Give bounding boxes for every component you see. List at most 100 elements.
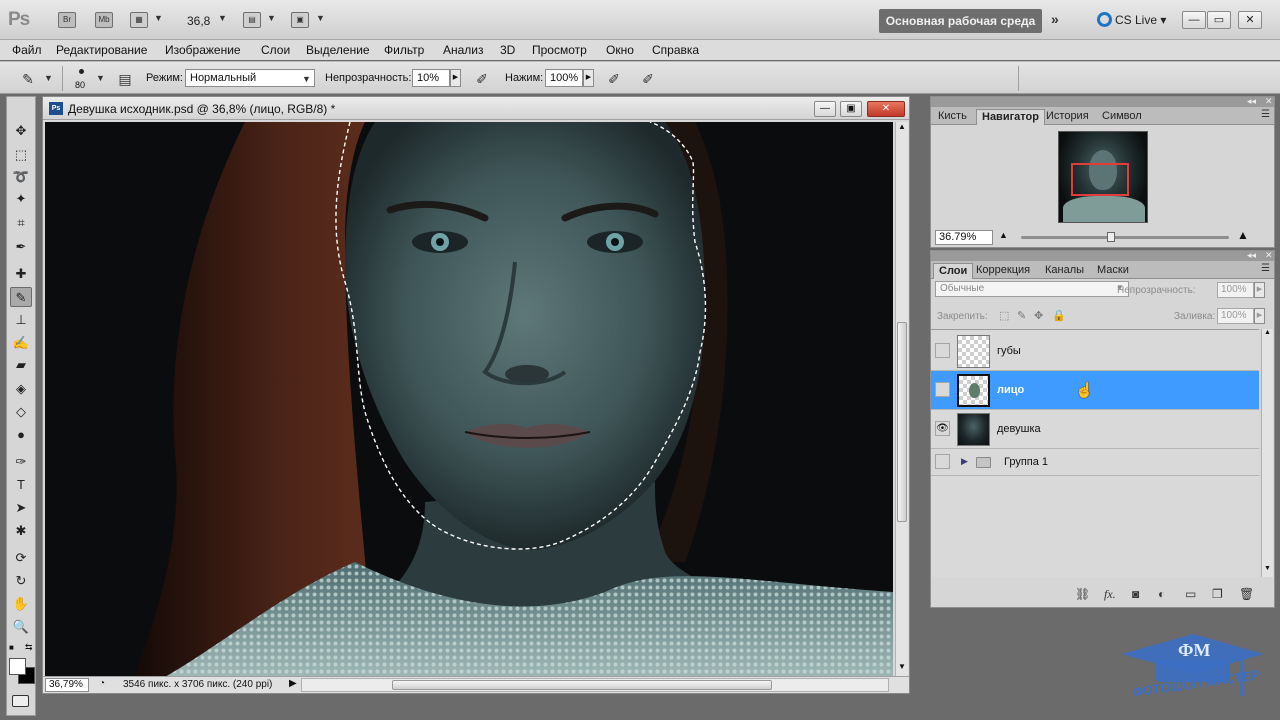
tablet-opacity-icon[interactable]: ✐ — [472, 69, 492, 89]
tab-adjustments[interactable]: Коррекция — [971, 263, 1035, 279]
zoom-out-icon[interactable]: ▲ — [999, 230, 1008, 240]
shape-tool-icon[interactable]: ✱ — [10, 521, 32, 541]
add-mask-icon[interactable]: ◙ — [1132, 587, 1139, 601]
default-colors-icon[interactable]: ■ — [9, 643, 14, 652]
document-minimize-button[interactable]: — — [814, 101, 836, 117]
lock-transparency-icon[interactable]: ⬚ — [999, 309, 1009, 322]
image-canvas[interactable] — [45, 122, 893, 677]
tab-navigator[interactable]: Навигатор — [976, 109, 1045, 125]
workspace-button[interactable]: Основная рабочая среда — [879, 9, 1042, 33]
collapse-panel-icon[interactable]: ◂◂ — [1247, 250, 1256, 261]
minimize-button[interactable]: — — [1182, 11, 1206, 29]
arrange-documents-icon[interactable]: ▤ — [243, 12, 261, 28]
link-layers-icon[interactable]: ⛓ — [1075, 587, 1090, 601]
tablet-size-icon[interactable]: ✐ — [638, 69, 658, 89]
chevron-down-icon[interactable]: ▼ — [267, 13, 276, 23]
visibility-toggle[interactable] — [935, 454, 950, 469]
fill-field[interactable]: 100% — [1217, 308, 1254, 324]
visibility-toggle[interactable] — [935, 382, 950, 397]
tab-character[interactable]: Символ — [1097, 109, 1147, 125]
menu-help[interactable]: Справка — [652, 43, 699, 57]
clone-stamp-tool-icon[interactable]: ⊥ — [10, 310, 32, 330]
collapse-panel-icon[interactable]: ◂◂ — [1247, 96, 1256, 107]
menu-layers[interactable]: Слои — [261, 43, 290, 57]
horizontal-scroll-thumb[interactable] — [392, 680, 772, 690]
3d-rotate-tool-icon[interactable]: ⟳ — [10, 548, 32, 568]
scroll-down-arrow-icon[interactable]: ▼ — [898, 662, 906, 671]
visibility-toggle[interactable] — [935, 343, 950, 358]
lock-all-icon[interactable]: 🔒 — [1052, 309, 1066, 322]
type-tool-icon[interactable]: T — [10, 475, 32, 495]
layer-opacity-arrow[interactable]: ▶ — [1254, 282, 1265, 298]
new-layer-icon[interactable]: ❐ — [1212, 587, 1223, 601]
panel-menu-icon[interactable]: ☰ — [1261, 263, 1270, 274]
brush-size-value[interactable]: 80 — [75, 80, 85, 90]
chevron-down-icon[interactable]: ▼ — [316, 13, 325, 23]
flow-field[interactable]: 100% — [545, 69, 583, 87]
foreground-color-swatch[interactable] — [9, 658, 26, 675]
new-group-icon[interactable]: ▭ — [1185, 587, 1196, 601]
layers-scrollbar[interactable]: ▲ ▼ — [1261, 329, 1273, 577]
panel-collapse-strip[interactable]: ◂◂ ✕ — [931, 96, 1274, 107]
path-selection-tool-icon[interactable]: ➤ — [10, 498, 32, 518]
swap-colors-icon[interactable]: ⇆ — [25, 642, 33, 653]
lock-position-icon[interactable]: ✥ — [1034, 309, 1043, 322]
brush-panel-toggle-icon[interactable]: ▤ — [115, 69, 135, 89]
close-panel-icon[interactable]: ✕ — [1265, 250, 1273, 261]
chevron-down-icon[interactable]: ▼ — [154, 13, 163, 23]
menu-file[interactable]: Файл — [12, 43, 42, 57]
opacity-field[interactable]: 10% — [412, 69, 450, 87]
quick-mask-icon[interactable] — [12, 695, 29, 707]
navigator-preview[interactable] — [1058, 131, 1148, 223]
status-info-icon[interactable]: ◔ — [99, 678, 105, 689]
navigator-zoom-slider[interactable] — [1021, 236, 1229, 239]
fx-icon[interactable]: fx. — [1104, 587, 1116, 602]
cs-live-button[interactable]: CS Live ▾ — [1097, 12, 1166, 27]
vertical-scrollbar[interactable]: ▲ ▼ — [895, 122, 908, 677]
expand-group-icon[interactable]: ▶ — [961, 456, 968, 467]
opacity-slider-arrow[interactable]: ▶ — [450, 69, 461, 87]
menu-view[interactable]: Просмотр — [532, 43, 587, 57]
zoom-level-field[interactable]: 36,8 — [187, 14, 210, 28]
menu-filter[interactable]: Фильтр — [384, 43, 424, 57]
tab-layers[interactable]: Слои — [933, 263, 974, 279]
chevron-down-icon[interactable]: ▼ — [44, 73, 53, 83]
menu-image[interactable]: Изображение — [165, 43, 241, 57]
document-maximize-button[interactable]: ▣ — [840, 101, 862, 117]
panel-menu-icon[interactable]: ☰ — [1261, 109, 1270, 120]
layer-row-girl[interactable]: 👁 девушка — [931, 410, 1259, 449]
close-panel-icon[interactable]: ✕ — [1265, 96, 1273, 107]
adjustment-layer-icon[interactable]: ◐ — [1158, 587, 1165, 601]
zoom-in-icon[interactable]: ▲ — [1237, 228, 1249, 242]
airbrush-icon[interactable]: ✐ — [604, 69, 624, 89]
panel-collapse-strip[interactable]: ◂◂ ✕ — [931, 250, 1274, 261]
scroll-down-arrow-icon[interactable]: ▼ — [1264, 565, 1271, 572]
status-zoom-field[interactable]: 36,79% — [45, 678, 89, 692]
eraser-tool-icon[interactable]: ▰ — [10, 355, 32, 375]
layer-row-group[interactable]: ▶ Группа 1 — [931, 449, 1259, 476]
menu-edit[interactable]: Редактирование — [56, 43, 147, 57]
fill-arrow[interactable]: ▶ — [1254, 308, 1265, 324]
history-brush-tool-icon[interactable]: ✍ — [10, 333, 32, 353]
vertical-scroll-thumb[interactable] — [897, 322, 907, 522]
tab-channels[interactable]: Каналы — [1040, 263, 1089, 279]
hand-tool-icon[interactable]: ✋ — [10, 594, 32, 614]
flow-slider-arrow[interactable]: ▶ — [583, 69, 594, 87]
healing-brush-tool-icon[interactable]: ✚ — [10, 264, 32, 284]
bridge-button[interactable]: Br — [58, 12, 76, 28]
move-tool-icon[interactable]: ✥ — [10, 121, 32, 141]
layer-row-face[interactable]: лицо ☝ — [931, 371, 1259, 410]
scroll-up-arrow-icon[interactable]: ▲ — [898, 122, 906, 131]
navigator-zoom-slider-knob[interactable] — [1107, 232, 1115, 242]
brush-preset-icon[interactable]: ✎ — [18, 69, 38, 89]
eyedropper-tool-icon[interactable]: ✒ — [10, 237, 32, 257]
scroll-up-arrow-icon[interactable]: ▲ — [1264, 329, 1271, 336]
layer-opacity-field[interactable]: 100% — [1217, 282, 1254, 298]
lasso-tool-icon[interactable]: ➰ — [10, 167, 32, 187]
lock-pixels-icon[interactable]: ✎ — [1017, 309, 1026, 322]
eye-icon[interactable]: 👁 — [935, 421, 950, 436]
menu-select[interactable]: Выделение — [306, 43, 370, 57]
chevron-down-icon[interactable]: ▼ — [96, 73, 105, 83]
blend-mode-select[interactable]: Обычные — [935, 281, 1129, 297]
chevron-down-icon[interactable]: ▼ — [218, 13, 227, 23]
